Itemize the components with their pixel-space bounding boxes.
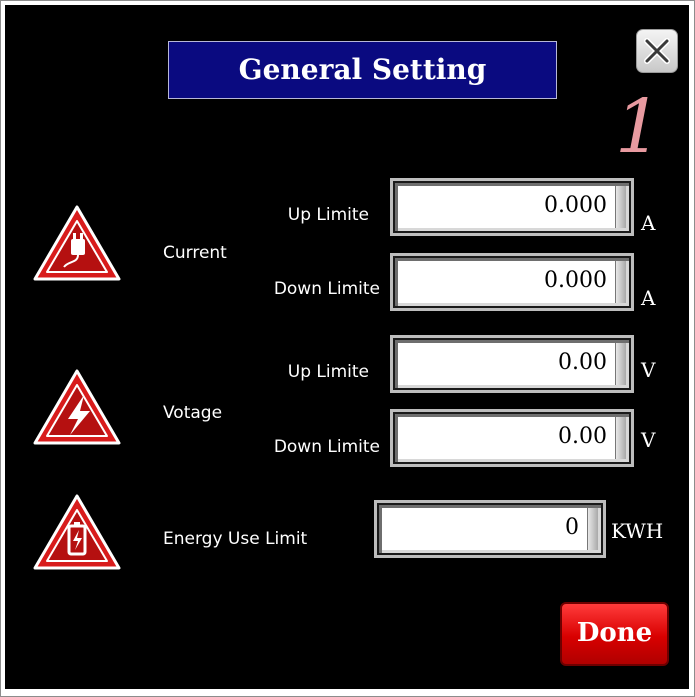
page-title: General Setting	[168, 41, 557, 99]
voltage-down-limit-input[interactable]: 0.00	[390, 409, 634, 467]
current-up-limit-input[interactable]: 0.000	[390, 178, 634, 236]
current-down-limit-input[interactable]: 0.000	[390, 253, 634, 311]
current-down-label: Down Limite	[273, 279, 380, 299]
spin-handle[interactable]	[615, 343, 626, 385]
plug-warning-icon	[33, 205, 121, 281]
spin-handle[interactable]	[615, 261, 626, 303]
energy-limit-value: 0	[565, 515, 579, 540]
voltage-up-unit: V	[641, 358, 656, 382]
current-down-unit: A	[641, 286, 656, 310]
energy-limit-label: Energy Use Limit	[163, 529, 308, 549]
current-up-label: Up Limite	[287, 205, 369, 225]
current-down-value: 0.000	[544, 268, 607, 293]
energy-limit-input[interactable]: 0	[374, 500, 606, 558]
spin-handle[interactable]	[615, 186, 626, 228]
battery-warning-icon	[33, 494, 121, 570]
current-group-label: Current	[163, 243, 227, 263]
energy-limit-unit: KWH	[611, 519, 664, 543]
spin-handle[interactable]	[587, 508, 598, 550]
spin-handle[interactable]	[615, 417, 626, 459]
settings-screen: General Setting 1 Up Limite Current Down…	[5, 5, 689, 689]
annotation-mark: 1	[615, 84, 663, 170]
voltage-down-value: 0.00	[558, 424, 607, 449]
voltage-up-value: 0.00	[558, 350, 607, 375]
current-up-value: 0.000	[544, 193, 607, 218]
voltage-up-limit-input[interactable]: 0.00	[390, 335, 634, 393]
voltage-down-label: Down Limite	[273, 437, 380, 457]
current-up-unit: A	[641, 211, 656, 235]
lightning-warning-icon	[33, 369, 121, 445]
close-button[interactable]	[636, 29, 678, 73]
voltage-up-label: Up Limite	[287, 362, 369, 382]
done-button[interactable]: Done	[560, 602, 669, 666]
close-icon	[644, 38, 670, 64]
dialog-frame: General Setting 1 Up Limite Current Down…	[0, 0, 695, 697]
voltage-down-unit: V	[641, 428, 656, 452]
voltage-group-label: Votage	[163, 403, 223, 423]
